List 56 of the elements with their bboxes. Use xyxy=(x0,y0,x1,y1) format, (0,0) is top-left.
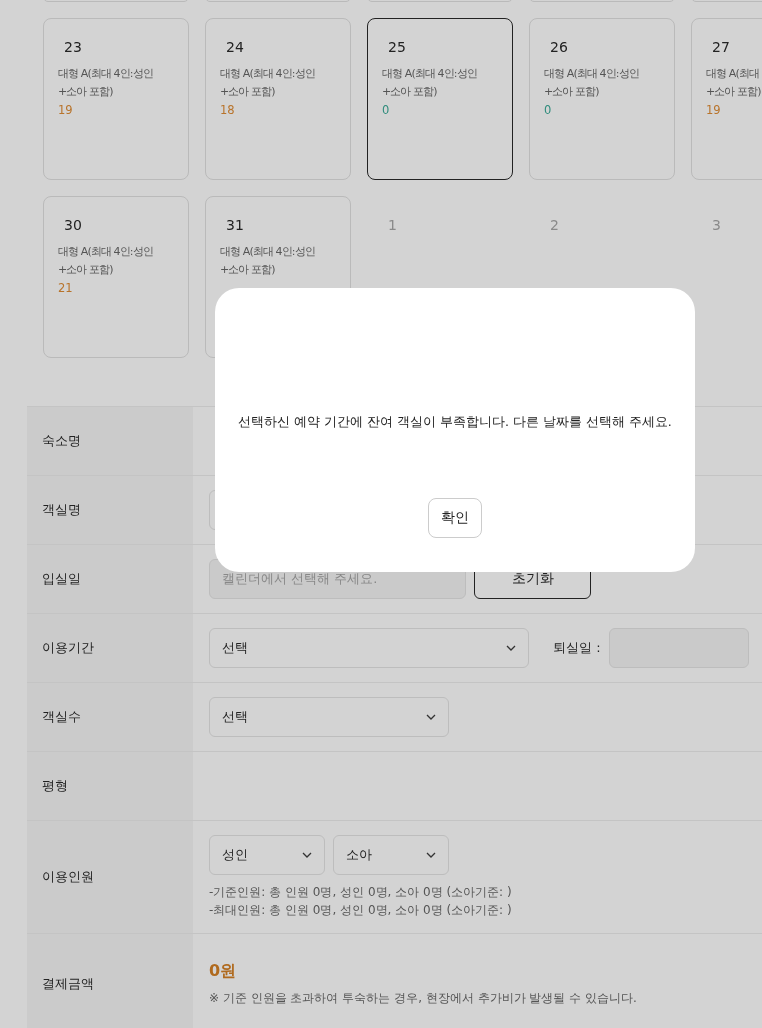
room-type-text: +소아 포함) xyxy=(706,85,761,98)
guest-info-text: -기준인원: 총 인원 0명, 성인 0명, 소아 0명 (소아기준: ) xyxy=(209,885,512,899)
total-price: 0원 xyxy=(209,961,237,980)
field-label: 평형 xyxy=(42,777,68,795)
guest-select[interactable]: 소아 xyxy=(333,835,449,875)
room-type-text: 대형 A(최대 4인:성인 xyxy=(220,67,315,80)
calendar-day-card[interactable]: 25 대형 A(최대 4인:성인 +소아 포함) 0 xyxy=(367,18,513,180)
checkout-label: 퇴실일 : xyxy=(553,639,601,657)
day-number: 24 xyxy=(226,39,244,55)
dialog-message: 선택하신 예약 기간에 잔여 객실이 부족합니다. 다른 날짜를 선택해 주세요. xyxy=(238,414,672,431)
room-type-text: 대형 A(최대 xyxy=(706,67,759,80)
field-label: 이용인원 xyxy=(42,868,94,886)
field-label: 숙소명 xyxy=(42,432,81,450)
calendar-day-card[interactable]: 27 대형 A(최대 +소아 포함) 19 xyxy=(691,18,762,180)
room-type-text: +소아 포함) xyxy=(58,85,113,98)
remaining-count: 19 xyxy=(58,103,73,117)
day-number: 30 xyxy=(64,217,82,233)
day-number: 23 xyxy=(64,39,82,55)
remaining-count: 18 xyxy=(220,103,235,117)
room-type-text: 대형 A(최대 4인:성인 xyxy=(382,67,477,80)
room-type-text: +소아 포함) xyxy=(220,263,275,276)
room-type-text: 대형 A(최대 4인:성인 xyxy=(544,67,639,80)
day-number: 31 xyxy=(226,217,244,233)
room-type-text: +소아 포함) xyxy=(220,85,275,98)
notice-text: ※ 기준 인원을 초과하여 투숙하는 경우, 현장에서 추가비가 발생될 수 있습니다. xyxy=(209,991,637,1005)
remaining-count: 21 xyxy=(58,281,73,295)
field-label: 결제금액 xyxy=(42,975,94,993)
guest-select[interactable]: 성인 xyxy=(209,835,325,875)
day-number: 26 xyxy=(550,39,568,55)
room-type-text: 대형 A(최대 4인:성인 xyxy=(58,245,153,258)
period-select[interactable]: 선택 xyxy=(209,628,529,668)
room-type-text: 대형 A(최대 4인:성인 xyxy=(220,245,315,258)
calendar-day-card[interactable]: 24 대형 A(최대 4인:성인 +소아 포함) 18 xyxy=(205,18,351,180)
chevron-down-icon xyxy=(302,852,312,858)
calendar-day-card[interactable]: 26 대형 A(최대 4인:성인 +소아 포함) 0 xyxy=(529,18,675,180)
field-label: 이용기간 xyxy=(42,639,94,657)
room-type-text: +소아 포함) xyxy=(544,85,599,98)
confirm-button[interactable]: 확인 xyxy=(428,498,482,538)
chevron-down-icon xyxy=(506,645,516,651)
room-type-text: 대형 A(최대 4인:성인 xyxy=(58,67,153,80)
guest-info-text: -최대인원: 총 인원 0명, 성인 0명, 소아 0명 (소아기준: ) xyxy=(209,903,512,917)
remaining-count: 19 xyxy=(706,103,721,117)
field-label: 입실일 xyxy=(42,570,81,588)
remaining-count: 0 xyxy=(544,103,552,117)
calendar-day-card[interactable]: 23 대형 A(최대 4인:성인 +소아 포함) 19 xyxy=(43,18,189,180)
day-number: 25 xyxy=(388,39,406,55)
room-count-select[interactable]: 선택 xyxy=(209,697,449,737)
calendar-day-card[interactable]: 30 대형 A(최대 4인:성인 +소아 포함) 21 xyxy=(43,196,189,358)
chevron-down-icon xyxy=(426,714,436,720)
remaining-count: 0 xyxy=(382,103,390,117)
room-type-text: +소아 포함) xyxy=(58,263,113,276)
day-number: 27 xyxy=(712,39,730,55)
field-label: 객실명 xyxy=(42,501,81,519)
field-label: 객실수 xyxy=(42,708,81,726)
room-type-text: +소아 포함) xyxy=(382,85,437,98)
chevron-down-icon xyxy=(426,852,436,858)
